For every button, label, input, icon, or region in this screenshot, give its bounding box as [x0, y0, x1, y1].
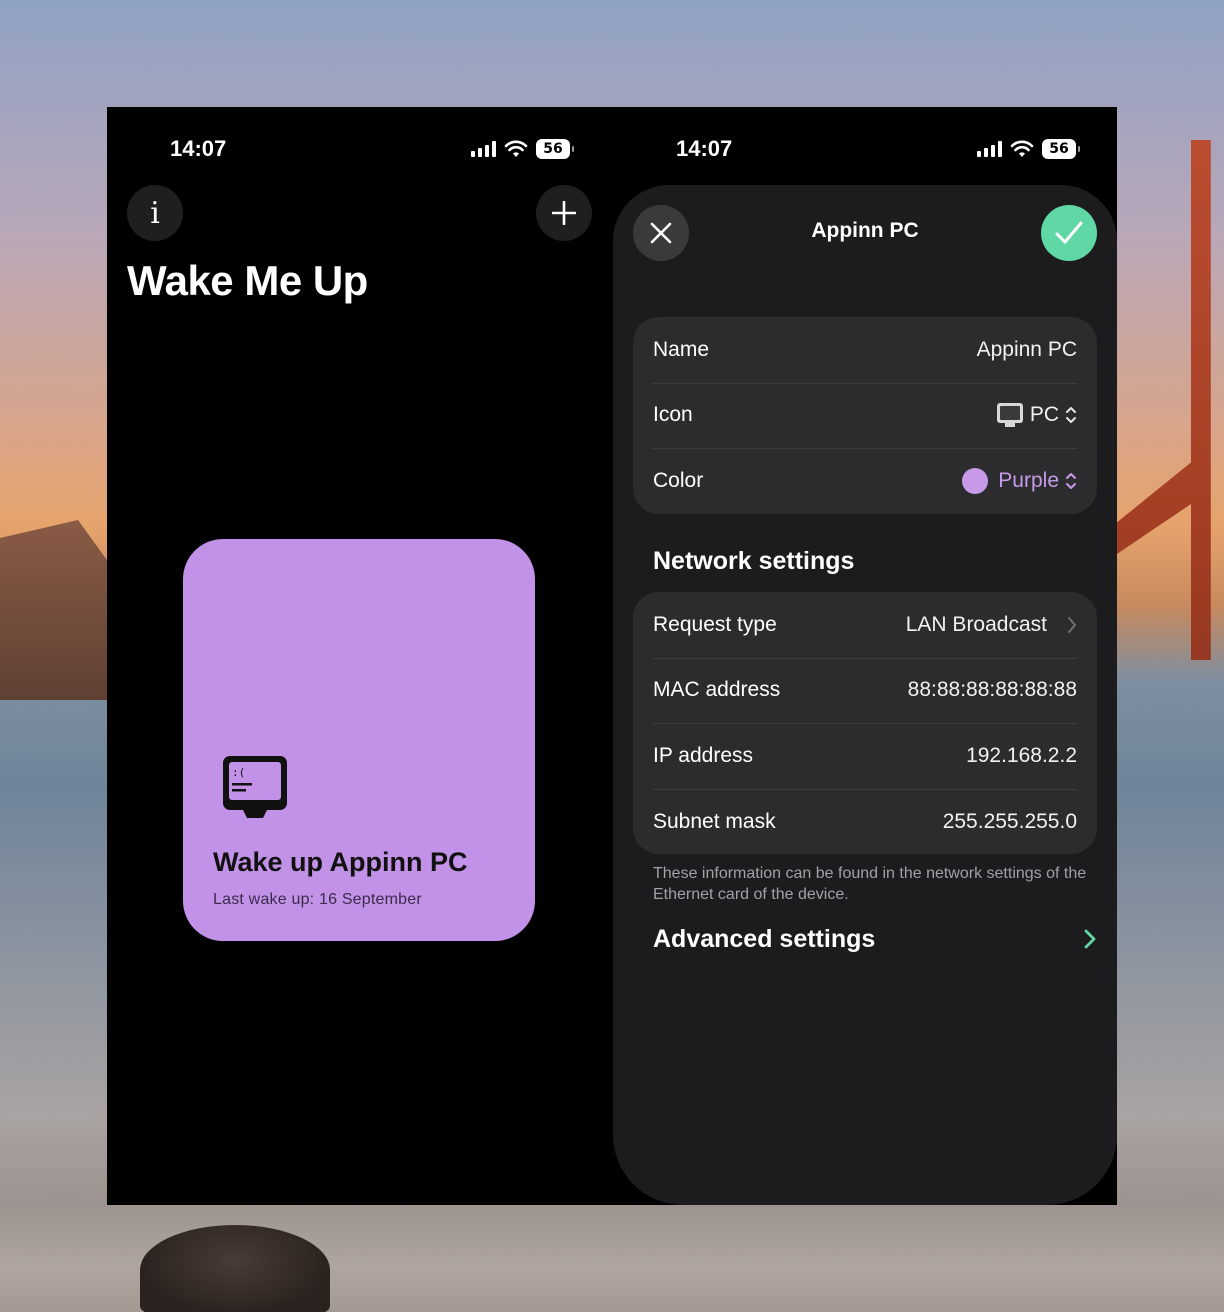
status-indicators: 56: [471, 139, 574, 159]
screenshot-frame: 14:07 56 i Wake Me Up :( Wake up Appinn …: [107, 107, 1117, 1205]
ip-address-value[interactable]: 192.168.2.2: [966, 744, 1077, 768]
status-bar-right: 14:07 56: [676, 131, 1080, 167]
chevron-right-icon: [1068, 616, 1076, 633]
plus-icon: [552, 201, 576, 225]
color-label: Color: [653, 468, 704, 492]
add-device-button[interactable]: [536, 185, 592, 241]
general-settings-group: Name Appinn PC Icon PC Color Purple: [633, 317, 1097, 514]
ip-address-row[interactable]: IP address 192.168.2.2: [633, 723, 1097, 789]
icon-picker[interactable]: PC: [996, 401, 1077, 429]
icon-label: Icon: [653, 403, 693, 427]
mac-address-value[interactable]: 88:88:88:88:88:88: [908, 678, 1077, 702]
page-title: Wake Me Up: [127, 257, 368, 304]
advanced-settings-label: Advanced settings: [653, 924, 876, 953]
background-rock: [140, 1225, 330, 1312]
color-row[interactable]: Color Purple: [633, 448, 1097, 514]
wifi-icon: [1010, 140, 1034, 157]
status-time: 14:07: [676, 136, 733, 161]
name-label: Name: [653, 337, 710, 361]
mac-address-label: MAC address: [653, 678, 781, 702]
pc-icon: :(: [223, 756, 287, 818]
cellular-signal-icon: [977, 141, 1002, 157]
ip-address-label: IP address: [653, 743, 754, 767]
edit-device-sheet: Appinn PC Name Appinn PC Icon PC Color P…: [613, 185, 1117, 1205]
chevron-up-down-icon: [1066, 407, 1076, 424]
chevron-up-down-icon: [1066, 472, 1076, 489]
battery-icon: 56: [1042, 139, 1080, 159]
info-button[interactable]: i: [127, 185, 183, 241]
network-settings-header: Network settings: [653, 547, 855, 575]
request-type-value[interactable]: LAN Broadcast: [906, 613, 1077, 637]
icon-row[interactable]: Icon PC: [633, 382, 1097, 449]
color-swatch: [962, 467, 989, 494]
network-footnote: These information can be found in the ne…: [653, 865, 1087, 903]
device-card[interactable]: :( Wake up Appinn PC Last wake up: 16 Se…: [183, 539, 535, 941]
name-row[interactable]: Name Appinn PC: [633, 317, 1097, 383]
subnet-mask-value[interactable]: 255.255.255.0: [943, 810, 1077, 834]
mac-address-row[interactable]: MAC address 88:88:88:88:88:88: [633, 657, 1097, 724]
device-card-last-wake: Last wake up: 16 September: [213, 891, 422, 908]
checkmark-icon: [1055, 221, 1083, 244]
wifi-icon: [504, 140, 528, 157]
subnet-mask-row[interactable]: Subnet mask 255.255.255.0: [633, 788, 1097, 855]
background-bridge: [1114, 140, 1211, 660]
advanced-settings-link[interactable]: Advanced settings: [653, 921, 1097, 957]
confirm-button[interactable]: [1041, 205, 1097, 261]
request-type-row[interactable]: Request type LAN Broadcast: [633, 592, 1097, 658]
color-picker[interactable]: Purple: [962, 467, 1077, 494]
color-value: Purple: [998, 468, 1059, 492]
subnet-mask-label: Subnet mask: [653, 809, 776, 833]
status-indicators: 56: [977, 139, 1080, 159]
request-type-text: LAN Broadcast: [905, 612, 1047, 636]
name-value[interactable]: Appinn PC: [977, 338, 1077, 362]
svg-text::(: :(: [232, 766, 245, 779]
battery-icon: 56: [536, 139, 574, 159]
status-time: 14:07: [170, 136, 227, 161]
request-type-label: Request type: [653, 612, 777, 636]
icon-value: PC: [1029, 403, 1059, 427]
cellular-signal-icon: [471, 141, 496, 157]
chevron-right-icon: [1084, 929, 1096, 949]
pc-icon: [996, 403, 1023, 428]
network-settings-group: Request type LAN Broadcast MAC address 8…: [633, 592, 1097, 855]
status-bar-left: 14:07 56: [170, 131, 574, 167]
device-card-title: Wake up Appinn PC: [213, 847, 468, 877]
